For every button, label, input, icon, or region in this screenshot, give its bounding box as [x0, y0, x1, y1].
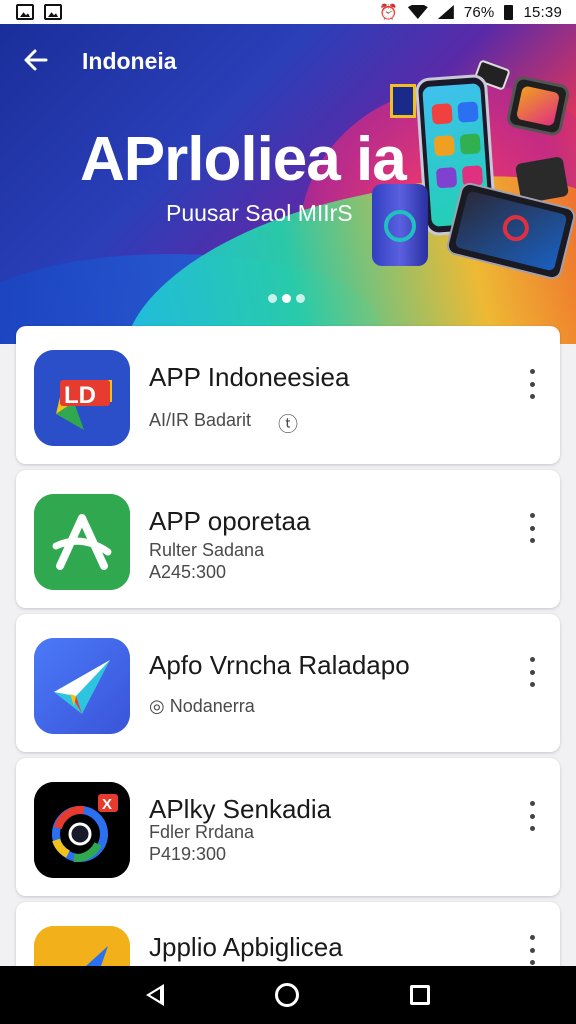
signal-icon [437, 5, 454, 19]
list-item[interactable]: LD APP Indoneesiea AI/IR Badarit ⓣ [16, 326, 560, 464]
arrow-left-icon[interactable] [22, 46, 50, 74]
wifi-icon [407, 5, 428, 19]
nav-back-icon[interactable] [145, 984, 164, 1006]
app-name: Apfo Vrncha Raladapo [149, 650, 410, 680]
app-publisher: ◎ Nodanerra [149, 696, 255, 716]
app-name: APlky Senkadia [149, 794, 332, 824]
app-publisher: Fdler Rrdana [149, 822, 255, 842]
list-item[interactable]: APP oporetaa Rulter Sadana A245:300 [16, 470, 560, 608]
carousel-dot-active[interactable] [282, 294, 291, 303]
app-meta: A245:300 [149, 562, 227, 582]
carousel-indicator [268, 294, 305, 303]
hero-subtitle: Puusar Saol MIIrS [166, 200, 353, 226]
app-name: APP Indoneesiea [149, 362, 350, 392]
status-bar-right: ⏰ 76% 15:39 [379, 3, 562, 22]
image-icon [44, 4, 62, 20]
watch-illustration [505, 74, 571, 138]
carousel-dot[interactable] [296, 294, 305, 303]
gallery-icon [16, 4, 34, 20]
app-meta: P419:300 [149, 844, 227, 864]
more-vert-icon[interactable] [522, 366, 542, 402]
app-name: Jpplio Apbiglicea [149, 932, 343, 962]
nav-recent-icon[interactable] [410, 985, 431, 1005]
app-icon-indonesia: LD [34, 350, 130, 446]
app-icon-senkadia: X [34, 782, 130, 878]
more-vert-icon[interactable] [522, 932, 542, 968]
badge-icon: ⓣ [278, 414, 298, 436]
app-publisher: Rulter Sadana [149, 540, 265, 560]
nav-home-icon[interactable] [274, 983, 299, 1007]
app-publisher: AI/IR Badarit [149, 410, 252, 430]
flag-illustration [390, 84, 416, 118]
more-vert-icon[interactable] [522, 798, 542, 834]
more-vert-icon[interactable] [522, 510, 542, 546]
more-vert-icon[interactable] [522, 654, 542, 690]
list-item[interactable]: Apfo Vrncha Raladapo ◎ Nodanerra [16, 614, 560, 752]
app-icon-paper-plane [34, 638, 130, 734]
battery-percent: 76% [463, 3, 495, 21]
clock: 15:39 [523, 3, 562, 21]
system-nav-bar [0, 966, 576, 1024]
alarm-icon: ⏰ [379, 4, 398, 21]
app-name: APP oporetaa [149, 506, 311, 536]
app-icon-oporetaa [34, 494, 130, 590]
list-item[interactable]: X APlky Senkadia Fdler Rrdana P419:300 [16, 758, 560, 896]
status-bar-left [16, 4, 62, 20]
hero-title: APrloliea ia [80, 125, 407, 194]
battery-icon [504, 4, 514, 20]
carousel-dot[interactable] [268, 294, 277, 303]
hero-banner[interactable]: Indoneia APrloliea ia Puusar Saol MIIrS [0, 24, 576, 344]
svg-text:X: X [102, 796, 112, 813]
device-illustration [372, 184, 428, 266]
svg-text:LD: LD [64, 382, 96, 409]
page-title: Indoneia [82, 48, 177, 74]
status-bar: ⏰ 76% 15:39 [0, 0, 576, 24]
